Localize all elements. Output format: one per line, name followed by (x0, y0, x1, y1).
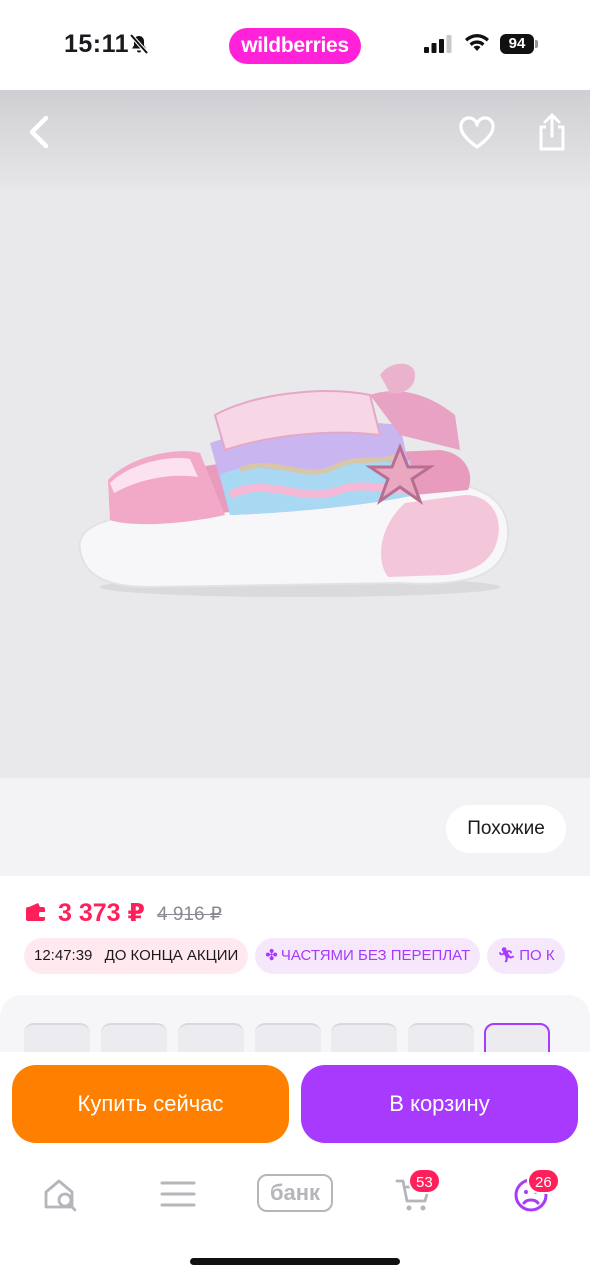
sale-timer: 12:47:39 (34, 947, 93, 964)
add-to-cart-button[interactable]: В корзину (301, 1065, 578, 1143)
home-search-icon[interactable] (41, 1174, 81, 1214)
status-bar: 15:11 wildberries 94 (0, 0, 590, 90)
product-gallery[interactable] (0, 90, 590, 778)
wifi-icon (465, 34, 489, 51)
delivery-label: ПО К (519, 947, 555, 964)
chevron-left-icon[interactable] (22, 112, 56, 152)
share-icon[interactable] (536, 112, 568, 152)
sale-timer-badge[interactable]: 12:47:39 ДО КОНЦА АКЦИИ (24, 938, 249, 974)
similar-products-button[interactable]: Похожие (446, 805, 566, 853)
wildberries-logo: wildberries (229, 28, 361, 64)
running-person-icon: 🏃︎ (497, 947, 517, 964)
installments-label: ЧАСТЯМИ БЕЗ ПЕРЕПЛАТ (280, 947, 471, 964)
delivery-badge[interactable]: 🏃︎ ПО К (487, 938, 565, 974)
clover-icon: ✤ (265, 947, 278, 964)
bank-tab[interactable]: банк (257, 1174, 333, 1212)
promo-badges: 12:47:39 ДО КОНЦА АКЦИИ ✤ ЧАСТЯМИ БЕЗ ПЕР… (24, 938, 572, 974)
installments-badge[interactable]: ✤ ЧАСТЯМИ БЕЗ ПЕРЕПЛАТ (255, 938, 481, 974)
sale-timer-label: ДО КОНЦА АКЦИИ (104, 947, 239, 964)
buy-now-button[interactable]: Купить сейчас (12, 1065, 289, 1143)
cellular-signal-icon (424, 35, 452, 53)
battery-level: 94 (500, 34, 534, 54)
battery-indicator: 94 (500, 34, 538, 54)
bell-muted-icon (129, 33, 149, 55)
old-price: 4 916 ₽ (157, 904, 222, 925)
wallet-icon (26, 903, 46, 921)
menu-icon[interactable] (158, 1174, 198, 1214)
home-indicator[interactable] (190, 1258, 400, 1265)
current-price: 3 373 ₽ (58, 899, 145, 927)
product-info-panel: 3 373 ₽ 4 916 ₽ 12:47:39 ДО КОНЦА АКЦИИ … (0, 876, 590, 1006)
profile-count-badge: 26 (527, 1168, 560, 1194)
heart-icon[interactable] (458, 116, 496, 150)
status-time: 15:11 (64, 30, 130, 58)
gallery-header-shade (0, 90, 590, 190)
battery-tip (535, 40, 538, 48)
cart-count-badge: 53 (408, 1168, 441, 1194)
product-photo-sandal (78, 363, 510, 597)
